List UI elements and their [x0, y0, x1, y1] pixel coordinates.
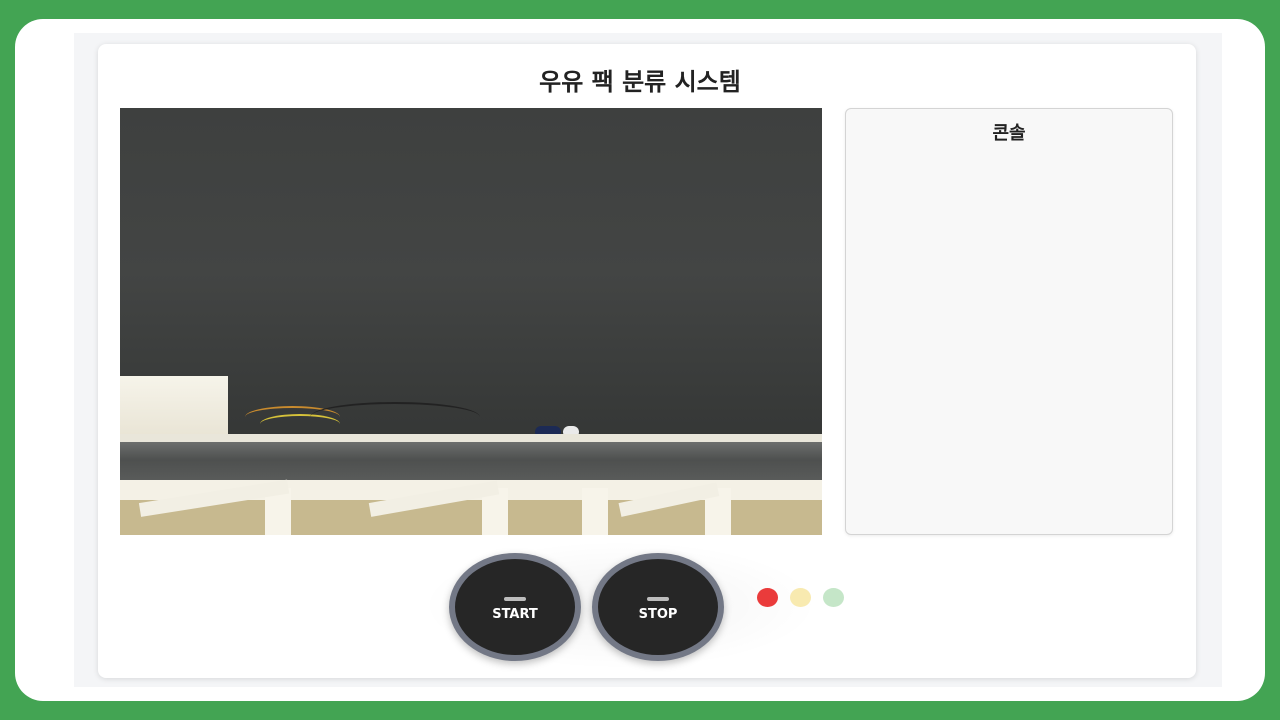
status-light-yellow: [790, 588, 811, 607]
status-light-red: [757, 588, 778, 607]
status-light-green: [823, 588, 844, 607]
start-button[interactable]: START: [449, 553, 581, 661]
camera-feed: [120, 108, 822, 535]
camera-wire: [310, 402, 480, 432]
page-title: 우유 팩 분류 시스템: [539, 68, 741, 96]
start-label: START: [492, 607, 538, 622]
console-panel[interactable]: 콘솔: [845, 108, 1173, 535]
stop-indicator-bar: [647, 597, 669, 601]
camera-post: [582, 488, 608, 535]
stop-label: STOP: [638, 607, 678, 622]
camera-conveyor-belt: [120, 442, 822, 482]
stop-button[interactable]: STOP: [592, 553, 724, 661]
console-title: 콘솔: [992, 123, 1026, 144]
start-indicator-bar: [504, 597, 526, 601]
